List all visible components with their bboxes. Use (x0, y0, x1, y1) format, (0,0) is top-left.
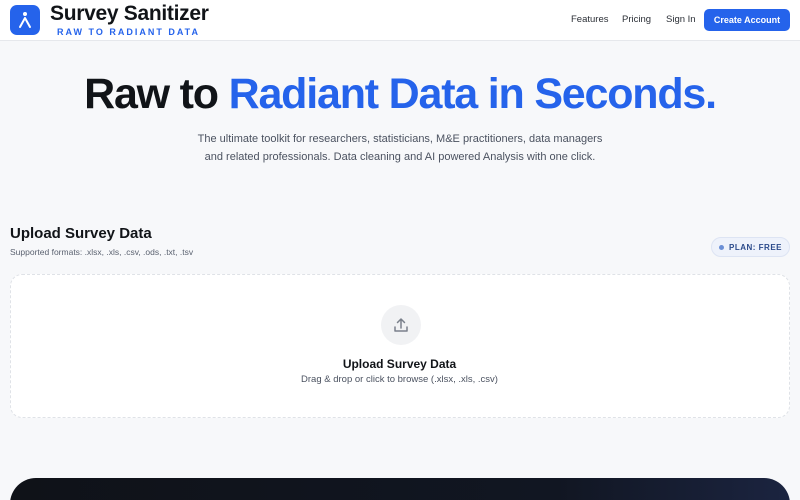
create-account-button[interactable]: Create Account (704, 9, 790, 31)
brand-name[interactable]: Survey Sanitizer (50, 2, 209, 26)
plan-badge: PLAN: FREE (711, 237, 790, 257)
plan-badge-label: PLAN: FREE (729, 242, 782, 252)
logo-mark-icon[interactable] (10, 5, 40, 35)
nav-link-sign-in[interactable]: Sign In (666, 14, 696, 25)
supported-formats-text: Supported formats: .xlsx, .xls, .csv, .o… (10, 247, 194, 257)
nav-link-features[interactable]: Features (571, 14, 609, 25)
dark-feature-section (10, 478, 790, 500)
dropzone-title: Upload Survey Data (342, 357, 457, 371)
hero-subtitle: The ultimate toolkit for researchers, st… (197, 133, 603, 163)
hero-title: Raw to Radiant Data in Seconds. (0, 70, 800, 119)
plan-status-dot-icon (719, 244, 724, 250)
dropzone-subtitle: Drag & drop or click to browse (.xlsx, .… (301, 374, 498, 385)
hero-title-accent: Radiant Data in Seconds. (228, 70, 718, 118)
file-dropzone[interactable]: Upload Survey Data Drag & drop or click … (10, 274, 790, 418)
hero-title-plain: Raw to (84, 70, 229, 118)
nav-link-pricing[interactable]: Pricing (622, 14, 651, 25)
brand-tagline: RAW TO RADIANT DATA (57, 27, 200, 37)
top-navbar: Survey Sanitizer RAW TO RADIANT DATA Fea… (0, 0, 800, 41)
upload-section-heading: Upload Survey Data (10, 225, 152, 242)
upload-icon[interactable] (381, 305, 421, 345)
